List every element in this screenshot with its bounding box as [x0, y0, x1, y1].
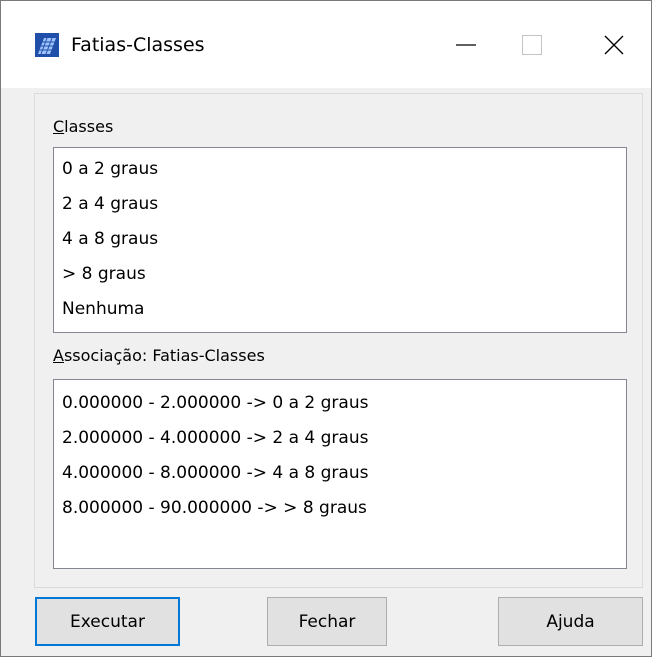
- help-button[interactable]: Ajuda: [498, 597, 643, 646]
- close-icon: [604, 35, 624, 54]
- minimize-button[interactable]: [431, 1, 501, 88]
- list-item[interactable]: Nenhuma: [54, 292, 626, 327]
- association-listbox[interactable]: 0.000000 - 2.000000 -> 0 a 2 graus 2.000…: [53, 379, 627, 569]
- list-item[interactable]: > 8 graus: [54, 257, 626, 292]
- execute-button[interactable]: Executar: [35, 597, 180, 646]
- minimize-icon: [456, 43, 476, 46]
- list-item[interactable]: 4.000000 - 8.000000 -> 4 a 8 graus: [54, 456, 626, 491]
- close-button[interactable]: Fechar: [267, 597, 387, 646]
- dialog-window: Fatias-Classes Classes 0 a 2 graus 2 a 4…: [0, 0, 652, 657]
- list-item[interactable]: 2 a 4 graus: [54, 187, 626, 222]
- maximize-button[interactable]: [497, 1, 567, 88]
- app-grid-icon: [35, 33, 59, 57]
- classes-label: Classes: [53, 117, 114, 136]
- maximize-icon: [522, 34, 542, 55]
- association-label: Associação: Fatias-Classes: [53, 346, 265, 365]
- title-bar[interactable]: Fatias-Classes: [1, 1, 651, 88]
- list-item[interactable]: 2.000000 - 4.000000 -> 2 a 4 graus: [54, 421, 626, 456]
- list-item[interactable]: 8.000000 - 90.000000 -> > 8 graus: [54, 491, 626, 526]
- close-window-button[interactable]: [579, 1, 649, 88]
- list-item[interactable]: 0.000000 - 2.000000 -> 0 a 2 graus: [54, 386, 626, 421]
- list-item[interactable]: 0 a 2 graus: [54, 152, 626, 187]
- list-item[interactable]: 4 a 8 graus: [54, 222, 626, 257]
- classes-listbox[interactable]: 0 a 2 graus 2 a 4 graus 4 a 8 graus > 8 …: [53, 147, 627, 333]
- window-title: Fatias-Classes: [71, 34, 205, 56]
